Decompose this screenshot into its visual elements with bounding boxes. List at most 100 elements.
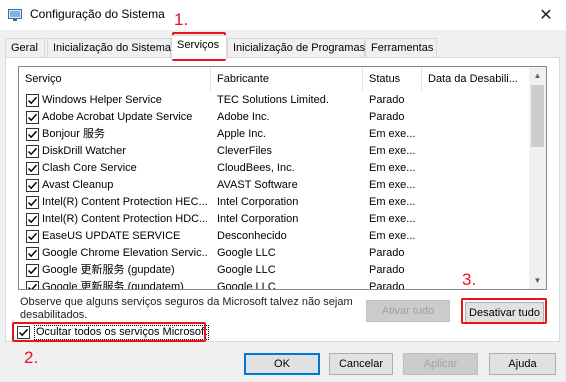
service-name-cell: Adobe Acrobat Update Service [42,111,193,123]
services-list[interactable]: Serviço Fabricante Status Data da Desabi… [18,66,547,290]
checkbox-checked-icon[interactable] [26,128,39,141]
checkbox-checked-icon[interactable] [26,179,39,192]
step-3-label: 3. [462,270,477,289]
status-cell: Parado [369,281,405,290]
button-label: Aplicar [423,358,458,370]
close-button[interactable]: ✕ [526,0,566,30]
checkbox-checked-icon[interactable] [26,94,39,107]
table-row[interactable]: Intel(R) Content Protection HEC... Intel … [19,194,529,211]
service-name-cell: Clash Core Service [42,162,137,174]
table-row[interactable]: Bonjour 服务 Apple Inc. Em exe... [19,126,529,143]
enable-all-button[interactable]: Ativar tudo [366,300,450,322]
table-row[interactable]: Intel(R) Content Protection HDC... Intel … [19,211,529,228]
checkbox-checked-icon[interactable] [26,230,39,243]
column-label: Status [369,73,401,85]
tab-system-startup[interactable]: Inicialização do Sistema [47,38,171,58]
service-name-cell: Bonjour 服务 [42,128,105,140]
column-label: Data da Desabili... [428,73,518,85]
service-name-cell: EaseUS UPDATE SERVICE [42,230,181,242]
disable-all-highlight [461,298,547,324]
hide-microsoft-highlight [12,322,206,342]
status-cell: Em exe... [369,230,416,242]
manufacturer-cell: Intel Corporation [217,196,299,208]
status-cell: Em exe... [369,145,416,157]
status-cell: Parado [369,247,405,259]
table-row[interactable]: Adobe Acrobat Update Service Adobe Inc. Pa… [19,109,529,126]
column-header-disabled-date[interactable]: Data da Desabili... [422,67,529,91]
cancel-button[interactable]: Cancelar [329,353,393,375]
vertical-scrollbar[interactable]: ▲ ▼ [529,67,546,289]
checkbox-checked-icon[interactable] [26,196,39,209]
checkbox-checked-icon[interactable] [26,145,39,158]
tab-strip: Geral Inicialização do Sistema Serviços … [5,35,561,59]
checkbox-checked-icon[interactable] [26,162,39,175]
tab-label: Serviços [177,39,220,51]
table-row[interactable]: EaseUS UPDATE SERVICE Desconhecido Em exe.… [19,228,529,245]
tab-services[interactable]: Serviços [171,35,227,59]
ok-button[interactable]: OK [244,353,320,375]
status-cell: Em exe... [369,179,416,191]
step-1-label: 1. [174,10,189,29]
title-bar: Configuração do Sistema ✕ [0,0,566,30]
manufacturer-cell: CloudBees, Inc. [217,162,295,174]
status-cell: Em exe... [369,213,416,225]
manufacturer-cell: Apple Inc. [217,128,266,140]
tab-program-startup[interactable]: Inicialização de Programas [227,38,365,58]
button-label: Cancelar [338,358,384,370]
status-cell: Parado [369,264,405,276]
table-row[interactable]: Google 更新服务 (gupdate) Google LLC Parado [19,262,529,279]
service-name-cell: Avast Cleanup [42,179,114,191]
service-name-cell: Google 更新服务 (gupdate) [42,264,175,276]
manufacturer-cell: AVAST Software [217,179,298,191]
manufacturer-cell: Intel Corporation [217,213,299,225]
manufacturer-cell: CleverFiles [217,145,273,157]
service-name-cell: Google 更新服务 (gupdatem) [42,281,184,290]
checkbox-checked-icon[interactable] [26,247,39,260]
status-cell: Em exe... [369,162,416,174]
scroll-down-arrow-icon[interactable]: ▼ [529,272,546,289]
window-title: Configuração do Sistema [30,7,165,21]
manufacturer-cell: Google LLC [217,281,276,290]
table-row[interactable]: Clash Core Service CloudBees, Inc. Em exe.… [19,160,529,177]
scroll-up-arrow-icon[interactable]: ▲ [529,67,546,84]
scroll-thumb[interactable] [531,85,544,147]
column-label: Serviço [25,73,62,85]
checkbox-checked-icon[interactable] [26,281,39,289]
tab-label: Ferramentas [371,42,434,54]
help-button[interactable]: Ajuda [489,353,556,375]
button-label: OK [274,358,290,370]
status-cell: Parado [369,111,405,123]
service-name-cell: Windows Helper Service [42,94,162,106]
status-cell: Em exe... [369,196,416,208]
status-cell: Em exe... [369,128,416,140]
column-header-service[interactable]: Serviço [19,67,211,91]
system-config-icon [8,9,22,21]
microsoft-services-note: Observe que alguns serviços seguros da M… [20,296,353,321]
table-row[interactable]: Windows Helper Service TEC Solutions Limi… [19,92,529,109]
table-row[interactable]: DiskDrill Watcher CleverFiles Em exe... [19,143,529,160]
checkbox-checked-icon[interactable] [26,213,39,226]
manufacturer-cell: Adobe Inc. [217,111,270,123]
checkbox-checked-icon[interactable] [26,111,39,124]
tab-general[interactable]: Geral [5,38,45,58]
table-row[interactable]: Google Chrome Elevation Servic... Google … [19,245,529,262]
service-name-cell: Intel(R) Content Protection HEC... [42,196,207,208]
service-name-cell: Google Chrome Elevation Servic... [42,247,207,259]
column-header-manufacturer[interactable]: Fabricante [211,67,363,91]
table-row[interactable]: Google 更新服务 (gupdatem) Google LLC Parado [19,279,529,290]
apply-button[interactable]: Aplicar [403,353,478,375]
checkbox-checked-icon[interactable] [26,264,39,277]
table-row[interactable]: Avast Cleanup AVAST Software Em exe... [19,177,529,194]
button-label: Ativar tudo [381,305,435,317]
service-name-cell: Intel(R) Content Protection HDC... [42,213,207,225]
service-name-cell: DiskDrill Watcher [42,145,126,157]
manufacturer-cell: Google LLC [217,247,276,259]
manufacturer-cell: Google LLC [217,264,276,276]
close-icon: ✕ [539,7,553,24]
column-header-status[interactable]: Status [363,67,422,91]
step-2-label: 2. [24,348,39,367]
tab-label: Inicialização do Sistema [53,42,172,54]
tab-tools[interactable]: Ferramentas [365,38,437,58]
tab-label: Geral [11,42,38,54]
manufacturer-cell: Desconhecido [217,230,287,242]
